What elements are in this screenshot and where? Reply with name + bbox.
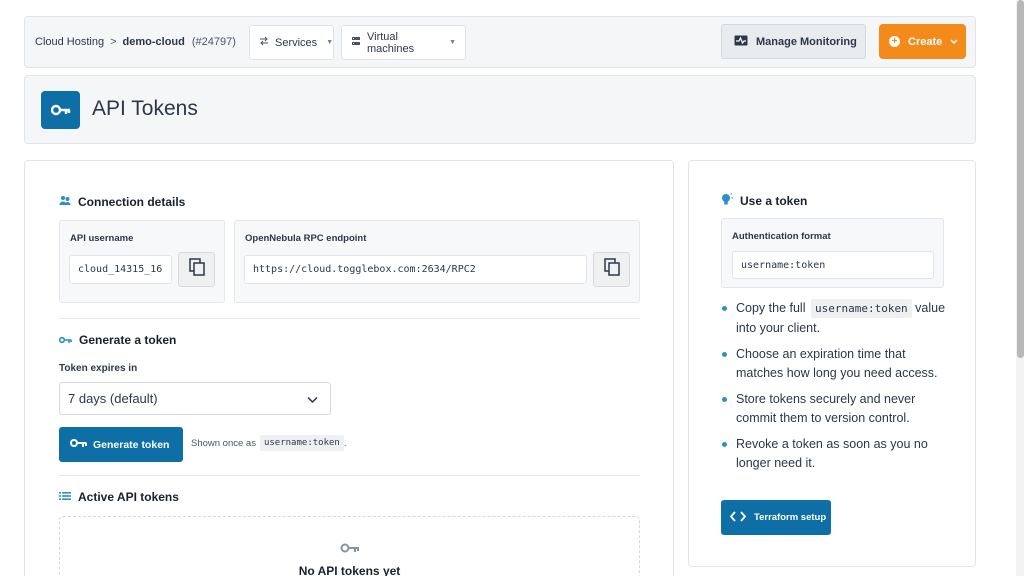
top-bar: Cloud Hosting > demo-cloud (#24797) Serv… [24,16,976,68]
generate-heading: Generate a token [58,333,177,347]
scrollbar-thumb[interactable] [1017,0,1024,358]
breadcrumb-current[interactable]: demo-cloud [123,36,185,48]
vms-label: Virtual machines [367,30,415,55]
key-icon [70,438,87,451]
rpc-endpoint-field[interactable]: https://cloud.togglebox.com:2634/RPC2 [244,255,587,284]
divider [59,475,640,476]
terraform-setup-button[interactable]: Terraform setup [721,500,831,535]
breadcrumb-id: (#24797) [191,36,236,48]
terraform-setup-label: Terraform setup [754,512,827,523]
use-token-heading-text: Use a token [740,194,808,208]
expires-select[interactable]: 7 days (default) [59,382,331,415]
code-icon [729,510,747,525]
page-header: API Tokens [24,75,976,144]
monitor-icon [734,35,748,49]
breadcrumb-separator: > [110,36,117,48]
list-item: Choose an expiration time that matches h… [721,345,951,382]
list-item: Store tokens securely and never commit t… [721,390,951,427]
services-label: Services [275,36,318,49]
rpc-endpoint-label: OpenNebula RPC endpoint [245,233,367,244]
lightbulb-icon [721,193,733,209]
api-username-field[interactable]: cloud_14315_16 [69,255,172,284]
api-username-box: API username cloud_14315_16 [59,220,225,303]
copy-endpoint-button[interactable] [593,252,630,287]
tip-1-prefix: Copy the full [736,301,806,315]
expires-label: Token expires in [59,363,138,374]
connection-heading: Connection details [59,194,185,209]
page-scrollbar[interactable] [1016,0,1024,576]
empty-tokens-state: No API tokens yet [59,516,640,576]
use-token-heading: Use a token [721,193,807,209]
connection-heading-text: Connection details [78,194,186,209]
create-button[interactable]: + Create [879,24,966,59]
copy-icon [188,258,205,281]
breadcrumb-root[interactable]: Cloud Hosting [35,36,104,48]
key-icon [41,91,80,129]
tip-1-code: username:token [810,299,912,318]
caret-down-icon: ▼ [449,39,456,46]
empty-tokens-text: No API tokens yet [298,564,401,576]
auth-format-box: Authentication format username:token [721,218,944,288]
use-token-card: Use a token Authentication format userna… [688,160,976,567]
list-item: Copy the full username:token value into … [721,299,951,337]
api-username-label: API username [70,233,134,244]
key-icon [58,333,72,347]
hint-code: username:token [259,435,344,451]
generate-token-button[interactable]: Generate token [59,427,183,462]
hint-suffix: . [343,437,347,449]
expires-value: 7 days (default) [68,391,158,406]
active-heading-text: Active API tokens [78,490,179,504]
page-title: API Tokens [92,97,198,120]
caret-down-icon: ▼ [326,39,334,46]
generate-heading-text: Generate a token [79,333,177,347]
plus-icon: + [889,36,900,47]
usage-tips: Copy the full username:token value into … [721,299,951,480]
breadcrumb: Cloud Hosting > demo-cloud (#24797) [35,17,236,67]
rpc-endpoint-box: OpenNebula RPC endpoint https://cloud.to… [234,220,640,303]
services-dropdown[interactable]: Services ▼ [249,25,334,60]
tokens-card: Connection details API username cloud_14… [24,160,674,576]
list-icon [59,490,71,504]
swap-icon [259,36,269,49]
auth-format-label: Authentication format [732,231,831,242]
generate-token-label: Generate token [93,438,170,451]
server-icon [351,36,361,49]
manage-monitoring-button[interactable]: Manage Monitoring [721,24,866,59]
hint-prefix: Shown once as [191,437,256,449]
list-item: Revoke a token as soon as you no longer … [721,435,951,472]
manage-monitoring-label: Manage Monitoring [756,35,857,48]
copy-icon [603,258,620,281]
divider [59,318,640,319]
active-heading: Active API tokens [59,490,179,504]
generate-hint: Shown once as username:token . [191,435,346,451]
chevron-down-icon [950,36,958,48]
key-icon [340,541,360,559]
vms-dropdown[interactable]: Virtual machines ▼ [341,25,466,60]
auth-format-value: username:token [732,251,934,279]
copy-username-button[interactable] [178,252,215,287]
chevron-down-icon [307,392,318,407]
create-label: Create [908,35,943,48]
users-icon [59,194,71,209]
